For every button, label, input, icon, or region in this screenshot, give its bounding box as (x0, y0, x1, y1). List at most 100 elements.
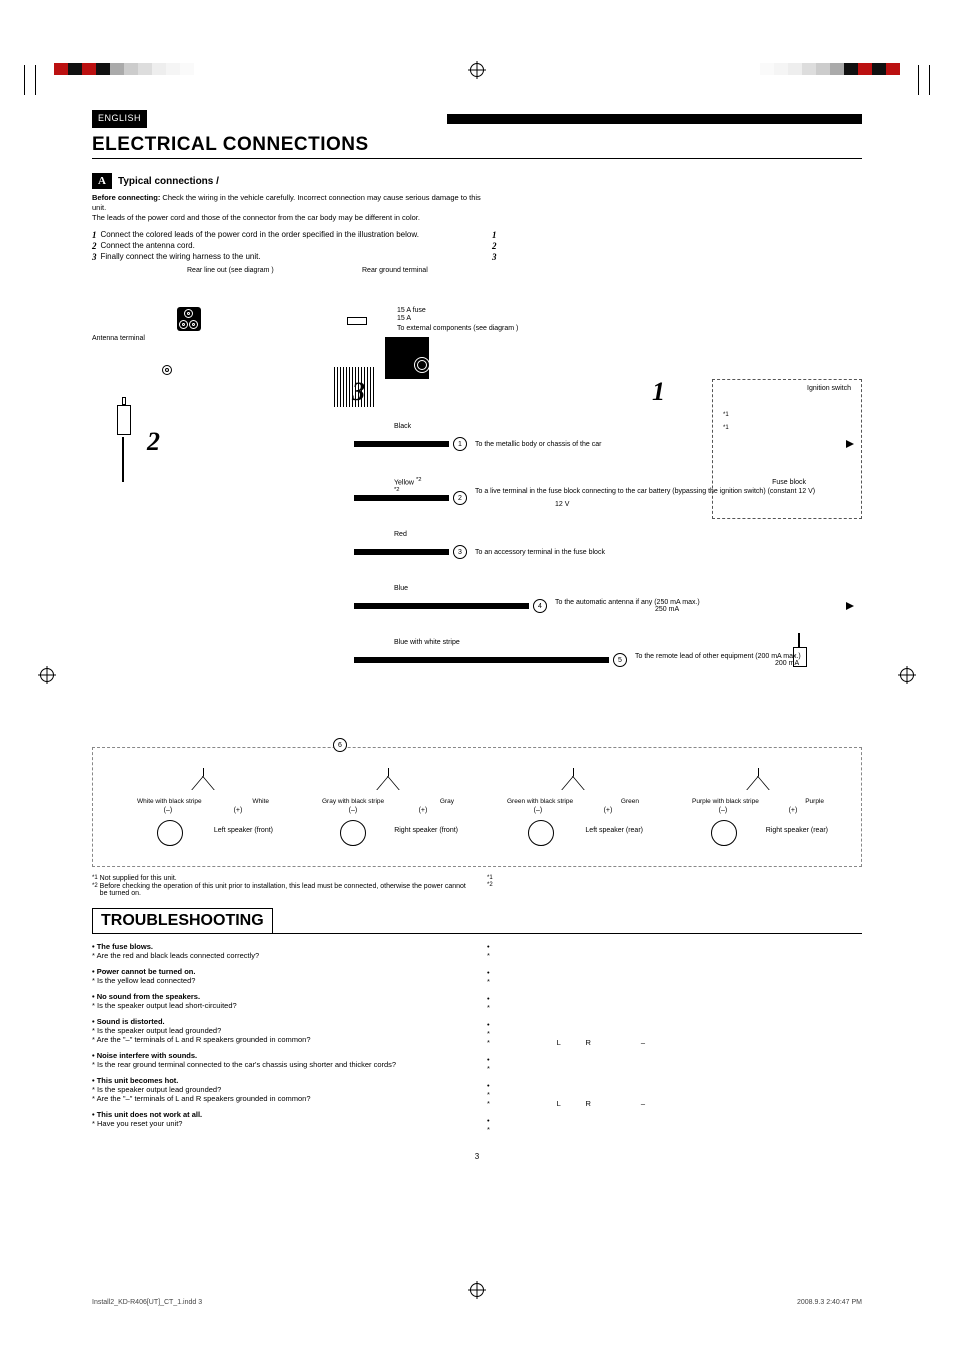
label-antenna-terminal: Antenna terminal (92, 335, 145, 342)
big-number-2: 2 (147, 427, 160, 457)
header-rule (447, 114, 862, 124)
registration-mark (470, 63, 484, 77)
wire-number: 3 (453, 545, 467, 559)
speaker-area: 6 White with black stripeWhite (–)(+) Le… (92, 747, 862, 867)
step-num: 3 (92, 252, 97, 262)
step-text: Connect the antenna cord. (101, 241, 195, 251)
speaker-col: White with black stripeWhite (–)(+) Left… (133, 768, 273, 846)
trouble-question: Are the "–" terminals of L and R speaker… (92, 1035, 467, 1044)
page-number: 3 (92, 1152, 862, 1161)
speaker-name: Right speaker (front) (394, 827, 458, 834)
trouble-star: * (487, 977, 862, 986)
wire-solid: Green (621, 798, 639, 805)
polarity-plus: (+) (234, 807, 243, 814)
footnote-sup: *2 (487, 882, 493, 888)
wire-number: 4 (533, 599, 547, 613)
step-num: 1 (92, 230, 97, 240)
trouble-heading: • Sound is distorted. (92, 1017, 467, 1026)
polarity-minus: (–) (164, 807, 173, 814)
footnotes-left: *1Not supplied for this unit. *2Before c… (92, 875, 467, 898)
trouble-question: Is the rear ground terminal connected to… (92, 1060, 467, 1069)
ground-terminal (347, 317, 367, 325)
footnote-sup: *1 (487, 875, 493, 881)
wire-desc: To the remote lead of other equipment (2… (631, 653, 854, 667)
label-15a-fuse: 15 A fuse (397, 307, 426, 314)
steps-row: 1 Connect the colored leads of the power … (92, 230, 862, 263)
troubleshooting-title: TROUBLESHOOTING (92, 908, 273, 933)
trouble-heading: • The fuse blows. (92, 942, 467, 951)
label-ignition-switch: Ignition switch (807, 385, 851, 392)
trouble-bullet: • (487, 1020, 862, 1029)
speaker-col: Green with black stripeGreen (–)(+) Left… (503, 768, 643, 846)
trouble-question: Is the speaker output lead short-circuit… (92, 1001, 467, 1010)
fuse-aux-block (385, 337, 429, 379)
trouble-question: Are the "–" terminals of L and R speaker… (92, 1094, 467, 1103)
trouble-heading: • This unit becomes hot. (92, 1076, 467, 1085)
wire-solid: White (252, 798, 269, 805)
speaker-icon (157, 820, 183, 846)
wire-number-6: 6 (333, 738, 347, 752)
step-num: 1 (492, 230, 497, 240)
label-rear-line-out: Rear line out (see diagram ) (187, 267, 274, 274)
trouble-question: Is the speaker output lead grounded? (92, 1085, 467, 1094)
arrow-icon (846, 602, 854, 610)
trouble-star: * (487, 1064, 862, 1073)
wiring-diagram: Rear line out (see diagram ) Rear ground… (92, 267, 862, 867)
section-a-header: A Typical connections / (92, 173, 862, 189)
color-bar-left (54, 63, 194, 75)
trouble-question: Have you reset your unit? (92, 1119, 467, 1128)
color-bar-right (760, 63, 900, 75)
footer-timestamp: 2008.9.3 2:40:47 PM (797, 1299, 862, 1306)
speaker-col: Purple with black stripePurple (–)(+) Ri… (688, 768, 828, 846)
trouble-heading: • This unit does not work at all. (92, 1110, 467, 1119)
language-bar: ENGLISH (92, 110, 862, 128)
speaker-icon (340, 820, 366, 846)
intro-line2: The leads of the power cord and those of… (92, 213, 420, 222)
section-badge: A (92, 173, 112, 189)
wire-number: 2 (453, 491, 467, 505)
wire-color: Red (394, 531, 407, 538)
main-title: ELECTRICAL CONNECTIONS (92, 134, 477, 159)
label-15a: 15 A (397, 315, 411, 322)
wire-row: Red 3 To an accessory terminal in the fu… (354, 525, 854, 579)
footer: Install2_KD-R406[UT]_CT_1.indd 3 2008.9.… (92, 1299, 862, 1306)
wire-desc: To the metallic body or chassis of the c… (471, 441, 846, 448)
steps-left: 1 Connect the colored leads of the power … (92, 230, 472, 263)
wire-stripe: Gray with black stripe (322, 798, 384, 805)
trouble-bullet: • (487, 1081, 862, 1090)
trouble-heading: • No sound from the speakers. (92, 992, 467, 1001)
wire-number: 5 (613, 653, 627, 667)
wire-desc: To the automatic antenna if any (250 mA … (551, 599, 846, 613)
steps-right: 1 2 3 (492, 230, 752, 263)
label-to-external: To external components (see diagram ) (397, 325, 518, 332)
wire-table: Black 1 To the metallic body or chassis … (354, 417, 854, 687)
registration-mark (470, 1283, 484, 1297)
speaker-name: Left speaker (front) (214, 827, 273, 834)
footnotes-right: *1 *2 (487, 875, 862, 898)
wire-color: Black (394, 423, 411, 430)
wire-row: Yellow *2*2 2 To a live terminal in the … (354, 471, 854, 525)
antenna-jack (162, 365, 172, 375)
speaker-icon (711, 820, 737, 846)
trouble-star: * (487, 951, 862, 960)
trouble-question: Is the speaker output lead grounded? (92, 1026, 467, 1035)
arrow-icon (846, 440, 854, 448)
troubleshooting-columns: • The fuse blows.Are the red and black l… (92, 942, 862, 1142)
trouble-star: * (487, 1003, 862, 1012)
registration-mark (900, 668, 914, 682)
step-num: 2 (92, 241, 97, 251)
trouble-bullet: • (487, 942, 862, 951)
footnote-text: Before checking the operation of this un… (100, 883, 467, 897)
registration-mark (40, 668, 54, 682)
crop-mark (918, 65, 930, 95)
antenna-wire (122, 437, 124, 482)
intro-text: Before connecting: Check the wiring in t… (92, 193, 492, 222)
trouble-bullet: • (487, 1055, 862, 1064)
trouble-bullet: • (487, 1116, 862, 1125)
troubleshooting-title-row: TROUBLESHOOTING X (92, 908, 862, 934)
wire-solid: Gray (440, 798, 454, 805)
trouble-star: * (487, 1125, 862, 1134)
intro-bold: Before connecting: (92, 193, 160, 202)
step-text: Connect the colored leads of the power c… (101, 230, 419, 240)
footnotes: *1Not supplied for this unit. *2Before c… (92, 875, 862, 898)
